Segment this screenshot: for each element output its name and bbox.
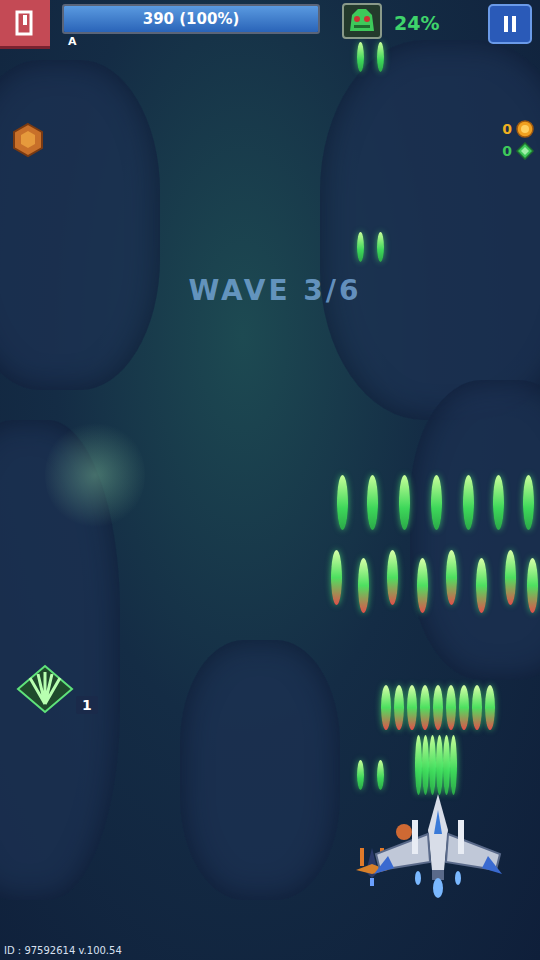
boss-icon xyxy=(342,0,382,43)
laser-bullet xyxy=(505,550,516,605)
laser-bullet xyxy=(450,735,457,795)
laser-bullet xyxy=(377,42,384,72)
rank-label: A xyxy=(62,35,320,48)
health-bar: 390 (100%) xyxy=(62,4,320,34)
laser-bullet xyxy=(472,685,482,730)
laser-bullet xyxy=(357,760,364,790)
laser-bullet xyxy=(367,475,378,530)
laser-bullet xyxy=(446,550,457,605)
green-mist xyxy=(45,420,145,530)
pause-icon xyxy=(502,15,518,33)
resource-counter: 0 xyxy=(502,120,534,138)
door-icon xyxy=(14,9,36,37)
laser-bullet xyxy=(420,685,430,730)
laser-bullet xyxy=(476,558,487,613)
laser-bullet xyxy=(446,685,456,730)
laser-bullet xyxy=(459,685,469,730)
laser-bullet xyxy=(358,558,369,613)
counter-value: 0 xyxy=(502,143,512,159)
laser-bullet xyxy=(357,232,364,262)
exit-button[interactable] xyxy=(0,0,50,49)
health-group: 390 (100%) A xyxy=(62,0,320,48)
laser-bullet xyxy=(436,735,443,795)
laser-bullet xyxy=(431,475,442,530)
resource-counters: 00 xyxy=(502,120,534,160)
laser-bullet xyxy=(422,735,429,795)
player-ship-icon xyxy=(368,790,508,900)
laser-bullet xyxy=(493,475,504,530)
rock-terrain xyxy=(320,40,540,420)
resource-counter: 0 xyxy=(502,142,534,160)
wave-banner: WAVE 3/6 xyxy=(0,274,540,307)
laser-bullet xyxy=(387,550,398,605)
laser-bullet xyxy=(394,685,404,730)
rock-terrain xyxy=(0,60,160,390)
rock-terrain xyxy=(180,640,340,900)
counter-value: 0 xyxy=(502,121,512,137)
laser-bullet xyxy=(337,475,348,530)
laser-bullet xyxy=(357,42,364,72)
game-screen: 390 (100%)A24%00WAVE 3/61ID : 97592614 v… xyxy=(0,0,540,960)
laser-bullet xyxy=(527,558,538,613)
laser-bullet xyxy=(443,735,450,795)
shield-badge-icon[interactable] xyxy=(12,122,44,162)
laser-bullet xyxy=(399,475,410,530)
coin-icon xyxy=(516,120,534,138)
laser-bullet xyxy=(433,685,443,730)
laser-bullet xyxy=(407,685,417,730)
pause-button[interactable] xyxy=(488,4,532,44)
hud-bar: 390 (100%) A 24% xyxy=(0,0,540,52)
laser-bullet xyxy=(377,760,384,790)
skill-count: 1 xyxy=(76,696,98,714)
laser-bullet xyxy=(429,735,436,795)
laser-bullet xyxy=(463,475,474,530)
health-text: 390 (100%) xyxy=(64,6,318,32)
boss-progress-text: 24% xyxy=(394,0,476,34)
laser-bullet xyxy=(523,475,534,530)
laser-bullet xyxy=(377,232,384,262)
skill-button[interactable]: 1 xyxy=(16,664,98,714)
laser-bullet xyxy=(381,685,391,730)
build-id-text: ID : 97592614 v.100.54 xyxy=(4,945,122,956)
burst-skill-icon xyxy=(16,664,74,714)
laser-bullet xyxy=(417,558,428,613)
laser-bullet xyxy=(485,685,495,730)
gem-icon xyxy=(516,142,534,160)
rock-terrain xyxy=(410,380,540,680)
laser-bullet xyxy=(331,550,342,605)
laser-bullet xyxy=(415,735,422,795)
